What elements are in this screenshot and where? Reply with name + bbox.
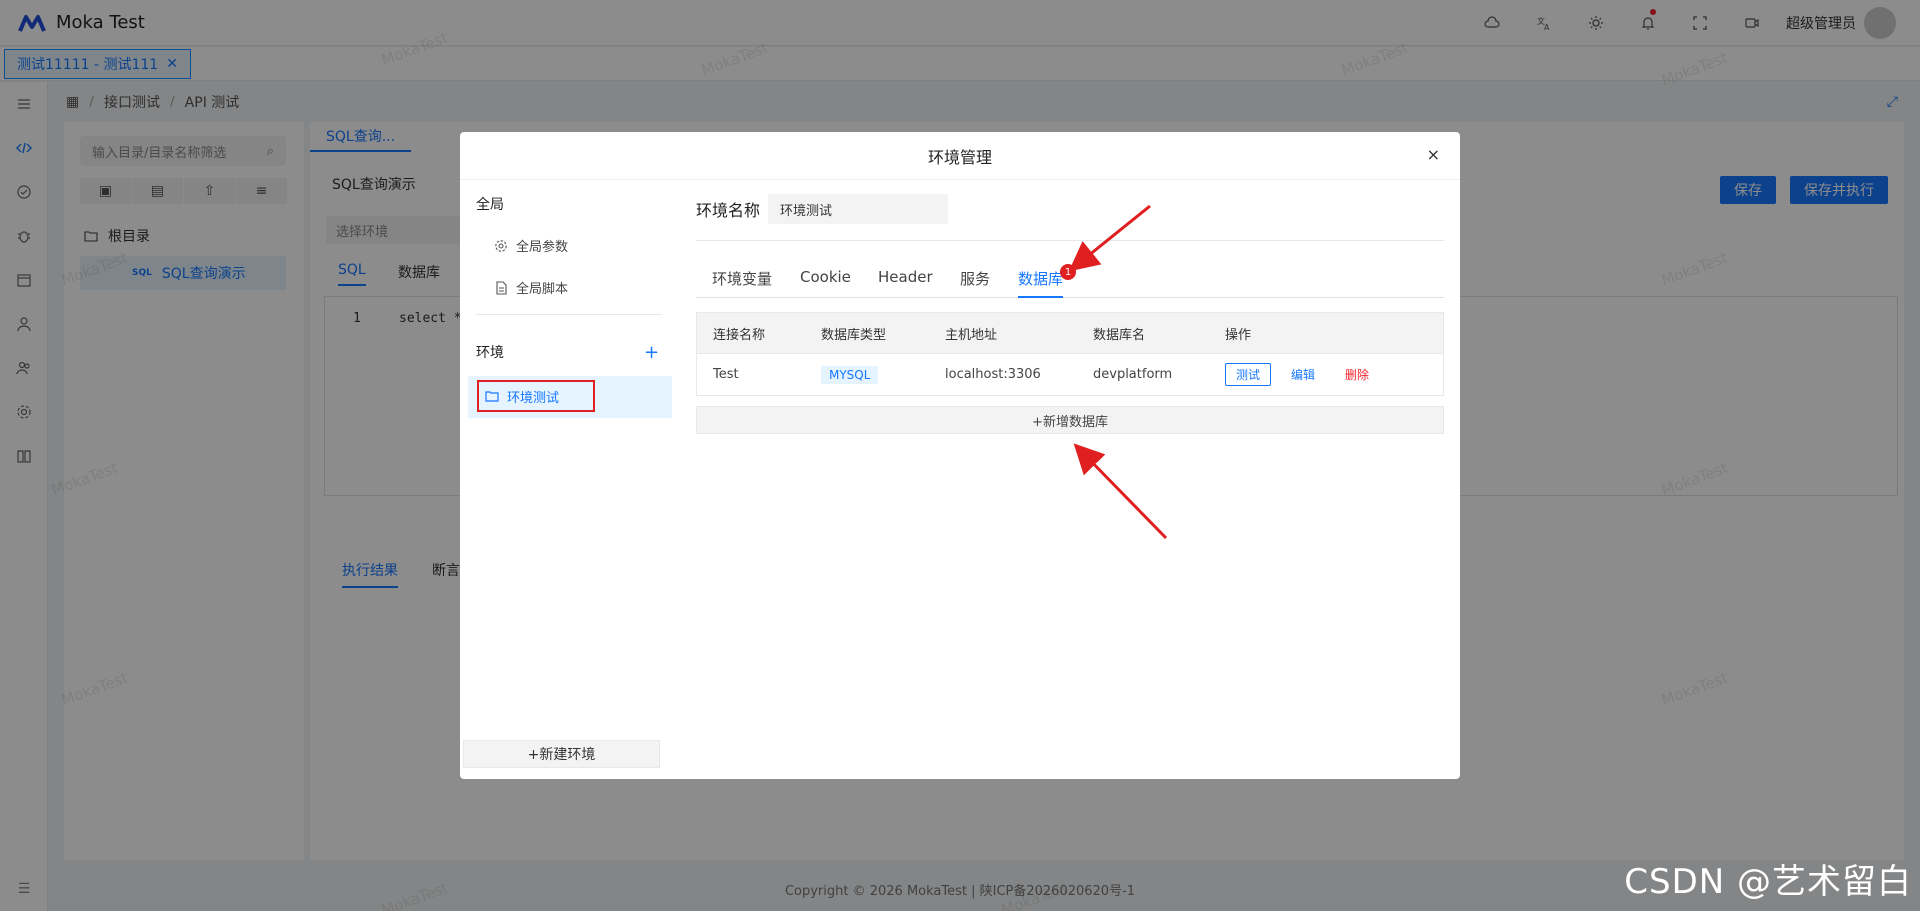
tab-database[interactable]: 数据库 — [1018, 268, 1064, 298]
global-section-title: 全局 — [476, 197, 504, 213]
tab-header[interactable]: Header — [878, 268, 933, 286]
global-script-item[interactable]: 全局脚本 — [494, 278, 568, 297]
env-name-input[interactable]: 环境测试 — [768, 194, 949, 224]
divider — [696, 240, 1444, 241]
tab-env-variables[interactable]: 环境变量 — [712, 268, 772, 289]
tab-service[interactable]: 服务 — [960, 268, 990, 289]
env-sidebar: 全局 全局参数 全局脚本 环境 + 环境测试 — [468, 180, 672, 779]
add-env-icon[interactable]: + — [644, 342, 659, 363]
cell-host: localhost:3306 — [945, 367, 1041, 382]
tab-cookie[interactable]: Cookie — [800, 268, 851, 286]
corner-watermark: CSDN @艺术留白 — [1624, 862, 1912, 902]
folder-icon — [485, 391, 499, 402]
gear-icon — [495, 239, 507, 252]
column-header: 数据库名 — [1093, 327, 1146, 343]
env-name-row: 环境名称 环境测试 — [696, 194, 949, 224]
global-params-item[interactable]: 全局参数 — [494, 236, 568, 255]
table-row: Test MYSQL localhost:3306 devplatform 测试… — [697, 353, 1443, 395]
modal-header: 环境管理 × — [460, 132, 1460, 180]
edit-link[interactable]: 编辑 — [1291, 366, 1315, 383]
database-table: 连接名称 数据库类型 主机地址 数据库名 操作 Test MYSQL local… — [696, 312, 1444, 396]
env-name-label: 环境名称 — [696, 201, 761, 220]
cell-name: Test — [713, 367, 739, 382]
delete-link[interactable]: 删除 — [1345, 366, 1369, 383]
table-header: 连接名称 数据库类型 主机地址 数据库名 操作 — [697, 313, 1443, 353]
db-type-tag: MYSQL — [821, 365, 879, 384]
annotation-badge: 1 — [1060, 264, 1076, 280]
file-icon — [496, 280, 507, 295]
modal-title: 环境管理 — [927, 147, 992, 167]
divider — [476, 314, 662, 315]
column-header: 连接名称 — [713, 327, 766, 343]
column-header: 数据库类型 — [821, 327, 887, 343]
column-header: 主机地址 — [945, 327, 998, 343]
column-header: 操作 — [1225, 327, 1252, 343]
add-database-button[interactable]: +新增数据库 — [696, 406, 1444, 434]
cell-db: devplatform — [1093, 367, 1173, 382]
env-list-item[interactable]: 环境测试 — [468, 376, 672, 418]
env-management-modal: 环境管理 × 全局 全局参数 全局脚本 环境 + 环境测试 +新建环境 环境名称… — [460, 132, 1460, 779]
new-env-button[interactable]: +新建环境 — [463, 740, 660, 768]
env-item-label: 环境测试 — [507, 390, 560, 406]
env-item-highlight[interactable]: 环境测试 — [477, 380, 595, 412]
test-button[interactable]: 测试 — [1225, 363, 1272, 386]
env-section-title: 环境 — [476, 345, 504, 361]
close-icon[interactable]: × — [1427, 145, 1440, 164]
global-params-label: 全局参数 — [516, 240, 569, 255]
global-script-label: 全局脚本 — [516, 282, 569, 297]
